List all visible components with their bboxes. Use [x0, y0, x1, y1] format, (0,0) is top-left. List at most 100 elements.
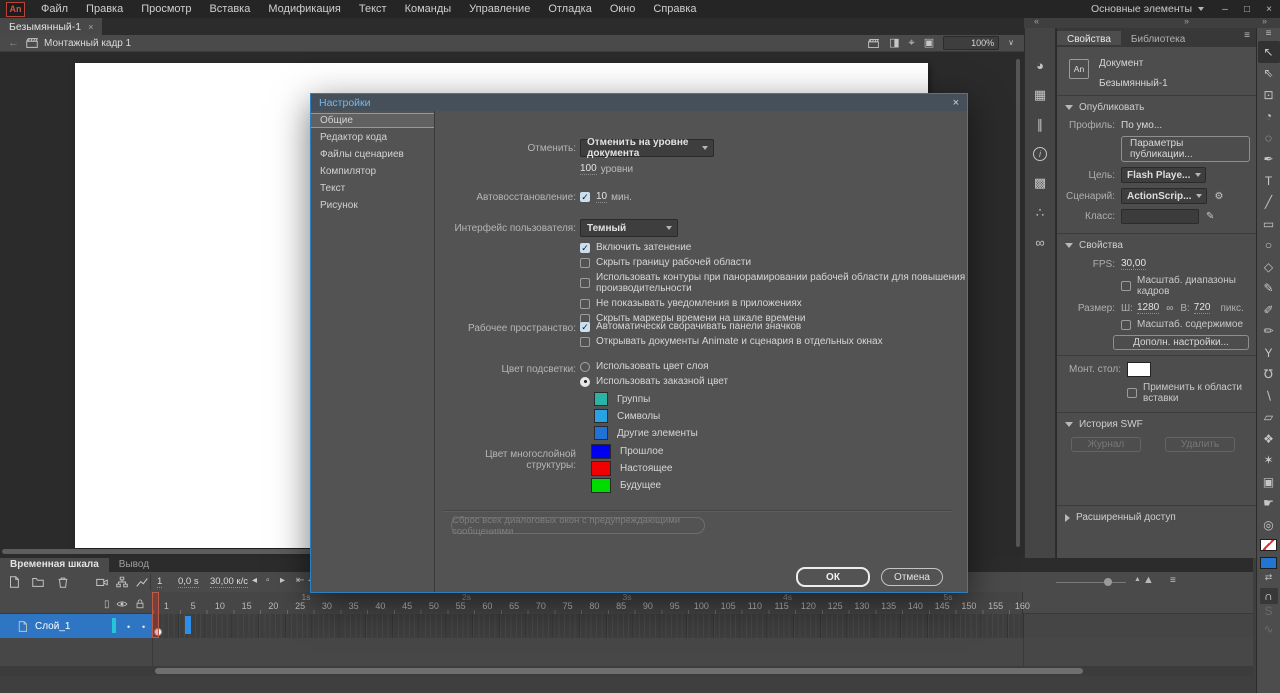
- playhead[interactable]: [152, 592, 159, 638]
- menu-item[interactable]: Справка: [644, 0, 705, 18]
- zoom-out-mountain-icon[interactable]: ▲: [1134, 576, 1141, 583]
- current-frame-value[interactable]: 1: [157, 576, 163, 588]
- color-swatch[interactable]: [594, 426, 608, 440]
- option-radio[interactable]: [580, 361, 590, 372]
- height-value[interactable]: 720: [1193, 302, 1211, 314]
- menu-item[interactable]: Файл: [32, 0, 77, 18]
- layer-lock-dot[interactable]: •: [142, 622, 145, 632]
- option-checkbox[interactable]: [580, 257, 590, 268]
- timeline-tab[interactable]: Вывод: [109, 558, 159, 572]
- layer-depth-icon[interactable]: [115, 575, 129, 589]
- option-checkbox[interactable]: [580, 336, 590, 347]
- publish-settings-button[interactable]: Параметры публикации...: [1121, 136, 1250, 162]
- scale-content-checkbox[interactable]: [1121, 319, 1131, 330]
- bone-tool[interactable]: Y: [1258, 342, 1280, 364]
- workspace-switcher[interactable]: Основные элементы: [1091, 3, 1196, 15]
- layer-outline-color-chip[interactable]: [112, 618, 116, 633]
- selection-tool[interactable]: ↖: [1257, 41, 1280, 63]
- swatches-panel-icon[interactable]: ▦: [1030, 87, 1050, 103]
- paint-brush-tool[interactable]: ✐: [1258, 299, 1280, 321]
- option-checkbox[interactable]: [580, 242, 590, 253]
- script-select[interactable]: ActionScrip...: [1121, 188, 1208, 204]
- color-swatch[interactable]: [591, 461, 611, 476]
- clip-content-icon[interactable]: ▣: [924, 36, 934, 50]
- dialog-category-item[interactable]: Редактор кода: [311, 130, 434, 145]
- dialog-title-bar[interactable]: Настройки ×: [311, 94, 967, 111]
- timeline-zoom-thumb[interactable]: [1104, 578, 1112, 586]
- line-tool[interactable]: ╱: [1258, 192, 1280, 214]
- autorecovery-value[interactable]: 10: [596, 191, 608, 203]
- rotation-tool[interactable]: ✶: [1258, 450, 1280, 472]
- timeline-scrollbar-thumb[interactable]: [155, 668, 1083, 674]
- zoom-tool[interactable]: ◎: [1258, 514, 1280, 536]
- edit-symbols-icon[interactable]: ◨: [889, 36, 899, 50]
- option-checkbox[interactable]: [580, 298, 590, 309]
- eyedropper-tool[interactable]: ∖: [1258, 385, 1280, 407]
- undo-levels-value[interactable]: 100: [580, 163, 597, 175]
- document-tab[interactable]: Безымянный-1 ×: [0, 18, 103, 35]
- timeline-tab[interactable]: Временная шкала: [0, 558, 109, 572]
- frame-grid[interactable]: [152, 614, 1024, 638]
- menu-item[interactable]: Команды: [396, 0, 461, 18]
- snap-magnet-icon[interactable]: ∩: [1259, 587, 1278, 604]
- timeline-zoom-slider[interactable]: [1056, 582, 1126, 583]
- eye-icon[interactable]: [116, 598, 128, 610]
- width-value[interactable]: 1280: [1136, 302, 1160, 314]
- camera-icon[interactable]: [95, 575, 109, 589]
- menu-item[interactable]: Вставка: [200, 0, 259, 18]
- pencil-tool[interactable]: ✎: [1258, 278, 1280, 300]
- stage-color-swatch[interactable]: [1127, 362, 1151, 377]
- zoom-in-mountain-icon[interactable]: ▲: [1143, 574, 1154, 586]
- delete-layer-icon[interactable]: [56, 575, 70, 589]
- wrench-icon[interactable]: ⚙: [1214, 191, 1223, 202]
- center-stage-icon[interactable]: ⌖: [909, 36, 915, 50]
- close-tab-icon[interactable]: ×: [88, 22, 93, 32]
- cc-libraries-panel-icon[interactable]: ∞: [1030, 235, 1050, 250]
- step-back-icon[interactable]: ◂: [252, 575, 257, 586]
- color-panel-icon[interactable]: ◕: [1030, 58, 1050, 73]
- target-select[interactable]: Flash Playe...: [1121, 167, 1207, 183]
- swap-colors-icon[interactable]: ⇄: [1265, 572, 1273, 584]
- dialog-category-item[interactable]: Рисунок: [311, 198, 434, 213]
- polystar-tool[interactable]: ◇: [1258, 256, 1280, 278]
- tools-panel-menu-icon[interactable]: ≡: [1266, 28, 1272, 41]
- timeline-panel-menu-icon[interactable]: ≡: [1170, 575, 1176, 586]
- profile-value[interactable]: По умо...: [1121, 120, 1162, 131]
- dialog-category-item[interactable]: Компилятор: [311, 164, 434, 179]
- stop-icon[interactable]: ▫: [266, 575, 270, 586]
- text-tool[interactable]: T: [1258, 170, 1280, 192]
- menu-item[interactable]: Модификация: [259, 0, 350, 18]
- panel-menu-icon[interactable]: ≡: [1238, 28, 1256, 47]
- option-checkbox[interactable]: [580, 321, 590, 332]
- motion-presets-panel-icon[interactable]: ∴: [1030, 205, 1050, 221]
- undo-mode-select[interactable]: Отменить на уровне документа: [580, 137, 714, 159]
- autorecovery-checkbox[interactable]: [580, 192, 590, 202]
- menu-item[interactable]: Отладка: [539, 0, 600, 18]
- lasso-tool[interactable]: ◌: [1258, 127, 1280, 149]
- scale-spans-checkbox[interactable]: [1121, 281, 1131, 291]
- menu-item[interactable]: Управление: [460, 0, 539, 18]
- color-swatch[interactable]: [591, 478, 611, 493]
- option-checkbox[interactable]: [580, 278, 590, 288]
- go-to-start-icon[interactable]: ⇤: [296, 575, 304, 586]
- frame-rate-value[interactable]: 30,00 к/с: [210, 576, 248, 588]
- pencil-icon[interactable]: ✎: [1206, 211, 1214, 222]
- pen-tool[interactable]: ✒: [1258, 149, 1280, 171]
- classic-brush-tool[interactable]: ✏: [1258, 321, 1280, 343]
- paint-bucket-tool[interactable]: ℧: [1258, 364, 1280, 386]
- link-dimensions-icon[interactable]: ∞: [1166, 303, 1173, 314]
- new-layer-icon[interactable]: [7, 575, 21, 589]
- elapsed-time-value[interactable]: 0,0 s: [178, 576, 199, 588]
- info-panel-icon[interactable]: i: [1033, 147, 1047, 161]
- dialog-category-item[interactable]: Текст: [311, 181, 434, 196]
- layer-name[interactable]: Слой_1: [35, 621, 70, 632]
- fps-value[interactable]: 30,00: [1121, 258, 1147, 270]
- transform-panel-icon[interactable]: ▩: [1030, 175, 1050, 191]
- cancel-button[interactable]: Отмена: [881, 568, 943, 586]
- new-folder-icon[interactable]: [31, 575, 45, 589]
- frame-marker[interactable]: [185, 616, 191, 634]
- color-swatch[interactable]: [594, 392, 608, 406]
- ui-theme-select[interactable]: Темный: [580, 219, 678, 237]
- graph-editor-icon[interactable]: [135, 575, 149, 589]
- accessibility-header[interactable]: Расширенный доступ: [1063, 510, 1250, 525]
